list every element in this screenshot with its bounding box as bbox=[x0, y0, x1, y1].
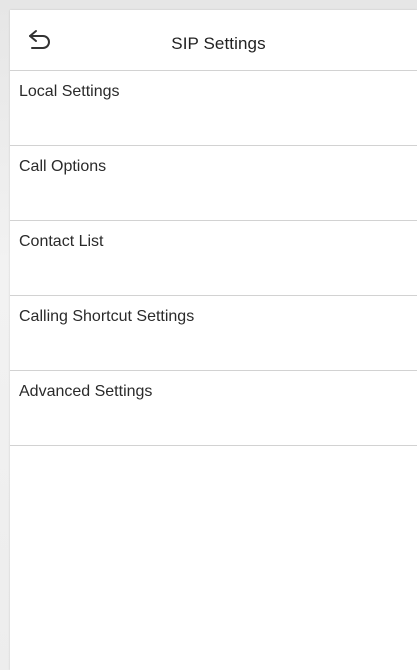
settings-menu: Local Settings Call Options Contact List… bbox=[10, 71, 417, 446]
menu-item-label: Local Settings bbox=[19, 83, 120, 100]
page-title: SIP Settings bbox=[171, 34, 266, 53]
header-bar: SIP Settings bbox=[10, 10, 417, 71]
menu-item-local-settings[interactable]: Local Settings bbox=[10, 71, 417, 146]
menu-item-calling-shortcut-settings[interactable]: Calling Shortcut Settings bbox=[10, 296, 417, 371]
menu-item-call-options[interactable]: Call Options bbox=[10, 146, 417, 221]
menu-item-contact-list[interactable]: Contact List bbox=[10, 221, 417, 296]
menu-item-label: Advanced Settings bbox=[19, 383, 153, 400]
menu-item-label: Calling Shortcut Settings bbox=[19, 308, 195, 325]
sip-settings-screen: SIP Settings Local Settings Call Options… bbox=[10, 10, 417, 670]
menu-item-label: Call Options bbox=[19, 158, 107, 175]
menu-item-label: Contact List bbox=[19, 233, 104, 250]
menu-item-advanced-settings[interactable]: Advanced Settings bbox=[10, 371, 417, 446]
